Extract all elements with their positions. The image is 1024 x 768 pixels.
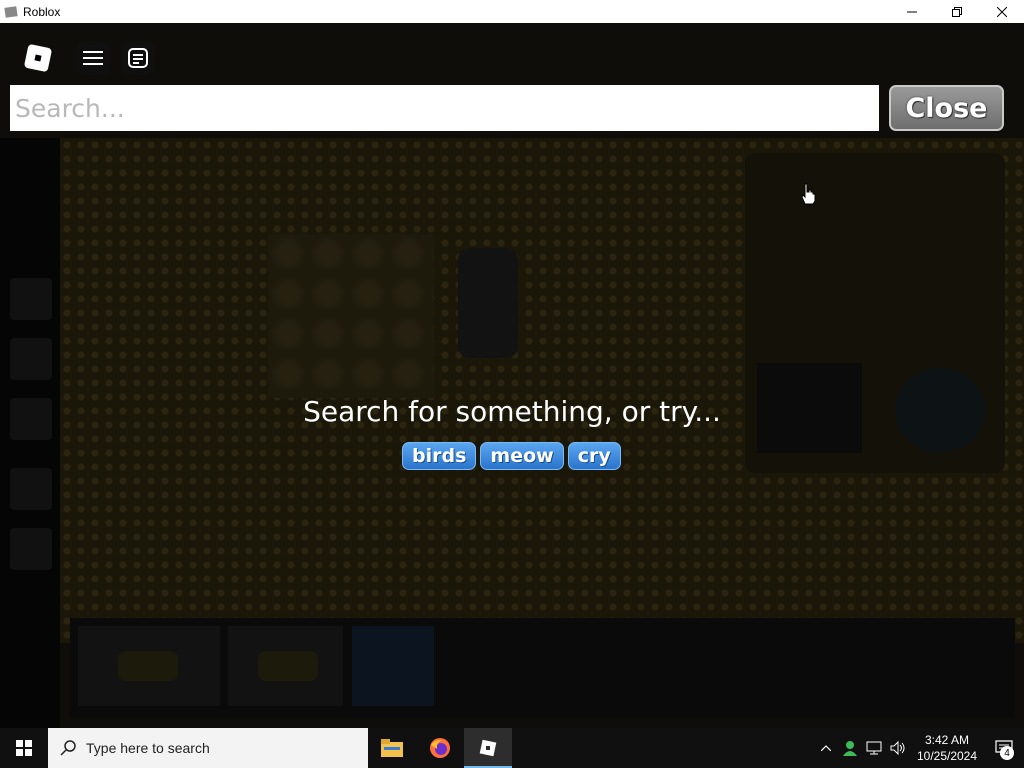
taskbar-search-placeholder: Type here to search bbox=[86, 740, 210, 756]
dimmed-avatar bbox=[458, 248, 518, 358]
menu-button[interactable] bbox=[76, 41, 110, 75]
file-explorer-button[interactable] bbox=[368, 728, 416, 768]
roblox-logo-icon[interactable] bbox=[23, 43, 53, 73]
close-window-button[interactable] bbox=[979, 0, 1024, 23]
firefox-button[interactable] bbox=[416, 728, 464, 768]
tray-people-button[interactable] bbox=[838, 728, 862, 768]
notification-count-badge: 4 bbox=[1000, 746, 1014, 760]
roblox-app-icon bbox=[4, 5, 18, 18]
roblox-icon bbox=[479, 739, 497, 757]
restore-button[interactable] bbox=[934, 0, 979, 23]
minimize-button[interactable] bbox=[889, 0, 934, 23]
search-input[interactable] bbox=[10, 85, 879, 131]
close-icon bbox=[996, 6, 1007, 17]
suggestion-chip[interactable]: birds bbox=[402, 442, 477, 470]
taskbar-clock[interactable]: 3:42 AM 10/25/2024 bbox=[910, 732, 984, 764]
dimmed-image bbox=[268, 234, 434, 398]
network-icon bbox=[866, 741, 882, 755]
system-tray: 3:42 AM 10/25/2024 4 bbox=[814, 728, 1024, 768]
action-center-button[interactable]: 4 bbox=[984, 728, 1024, 768]
roblox-taskbar-button[interactable] bbox=[464, 728, 512, 768]
dimmed-left-sidebar bbox=[0, 138, 60, 728]
dimmed-bottom-bar bbox=[70, 618, 1015, 718]
close-button[interactable]: Close bbox=[889, 85, 1004, 131]
people-icon bbox=[843, 741, 857, 756]
suggestion-chip[interactable]: cry bbox=[567, 442, 621, 470]
chat-icon bbox=[128, 48, 148, 68]
start-button[interactable] bbox=[0, 728, 48, 768]
chevron-up-icon bbox=[821, 745, 831, 751]
tray-volume-button[interactable] bbox=[886, 728, 910, 768]
search-icon bbox=[60, 740, 76, 756]
chat-button[interactable] bbox=[121, 41, 155, 75]
suggestion-list: birds meow cry bbox=[402, 442, 621, 470]
file-explorer-icon bbox=[381, 739, 403, 757]
menu-icon bbox=[83, 51, 103, 65]
taskbar-search-box[interactable]: Type here to search bbox=[48, 728, 368, 768]
hand-cursor-icon bbox=[800, 183, 816, 209]
game-viewport[interactable]: Close Search for something, or try... bi… bbox=[0, 23, 1024, 728]
restore-icon bbox=[951, 6, 962, 17]
suggestion-chip[interactable]: meow bbox=[480, 442, 564, 470]
clock-date: 10/25/2024 bbox=[916, 749, 978, 763]
window-titlebar: Roblox bbox=[0, 0, 1024, 23]
minimize-icon bbox=[906, 11, 917, 12]
firefox-icon bbox=[430, 738, 450, 758]
window-title: Roblox bbox=[23, 4, 61, 19]
tray-overflow-button[interactable] bbox=[814, 728, 838, 768]
volume-icon bbox=[890, 741, 905, 755]
tray-network-button[interactable] bbox=[862, 728, 886, 768]
windows-icon bbox=[16, 740, 32, 756]
clock-time: 3:42 AM bbox=[924, 733, 970, 747]
search-prompt: Search for something, or try... bbox=[303, 395, 721, 428]
